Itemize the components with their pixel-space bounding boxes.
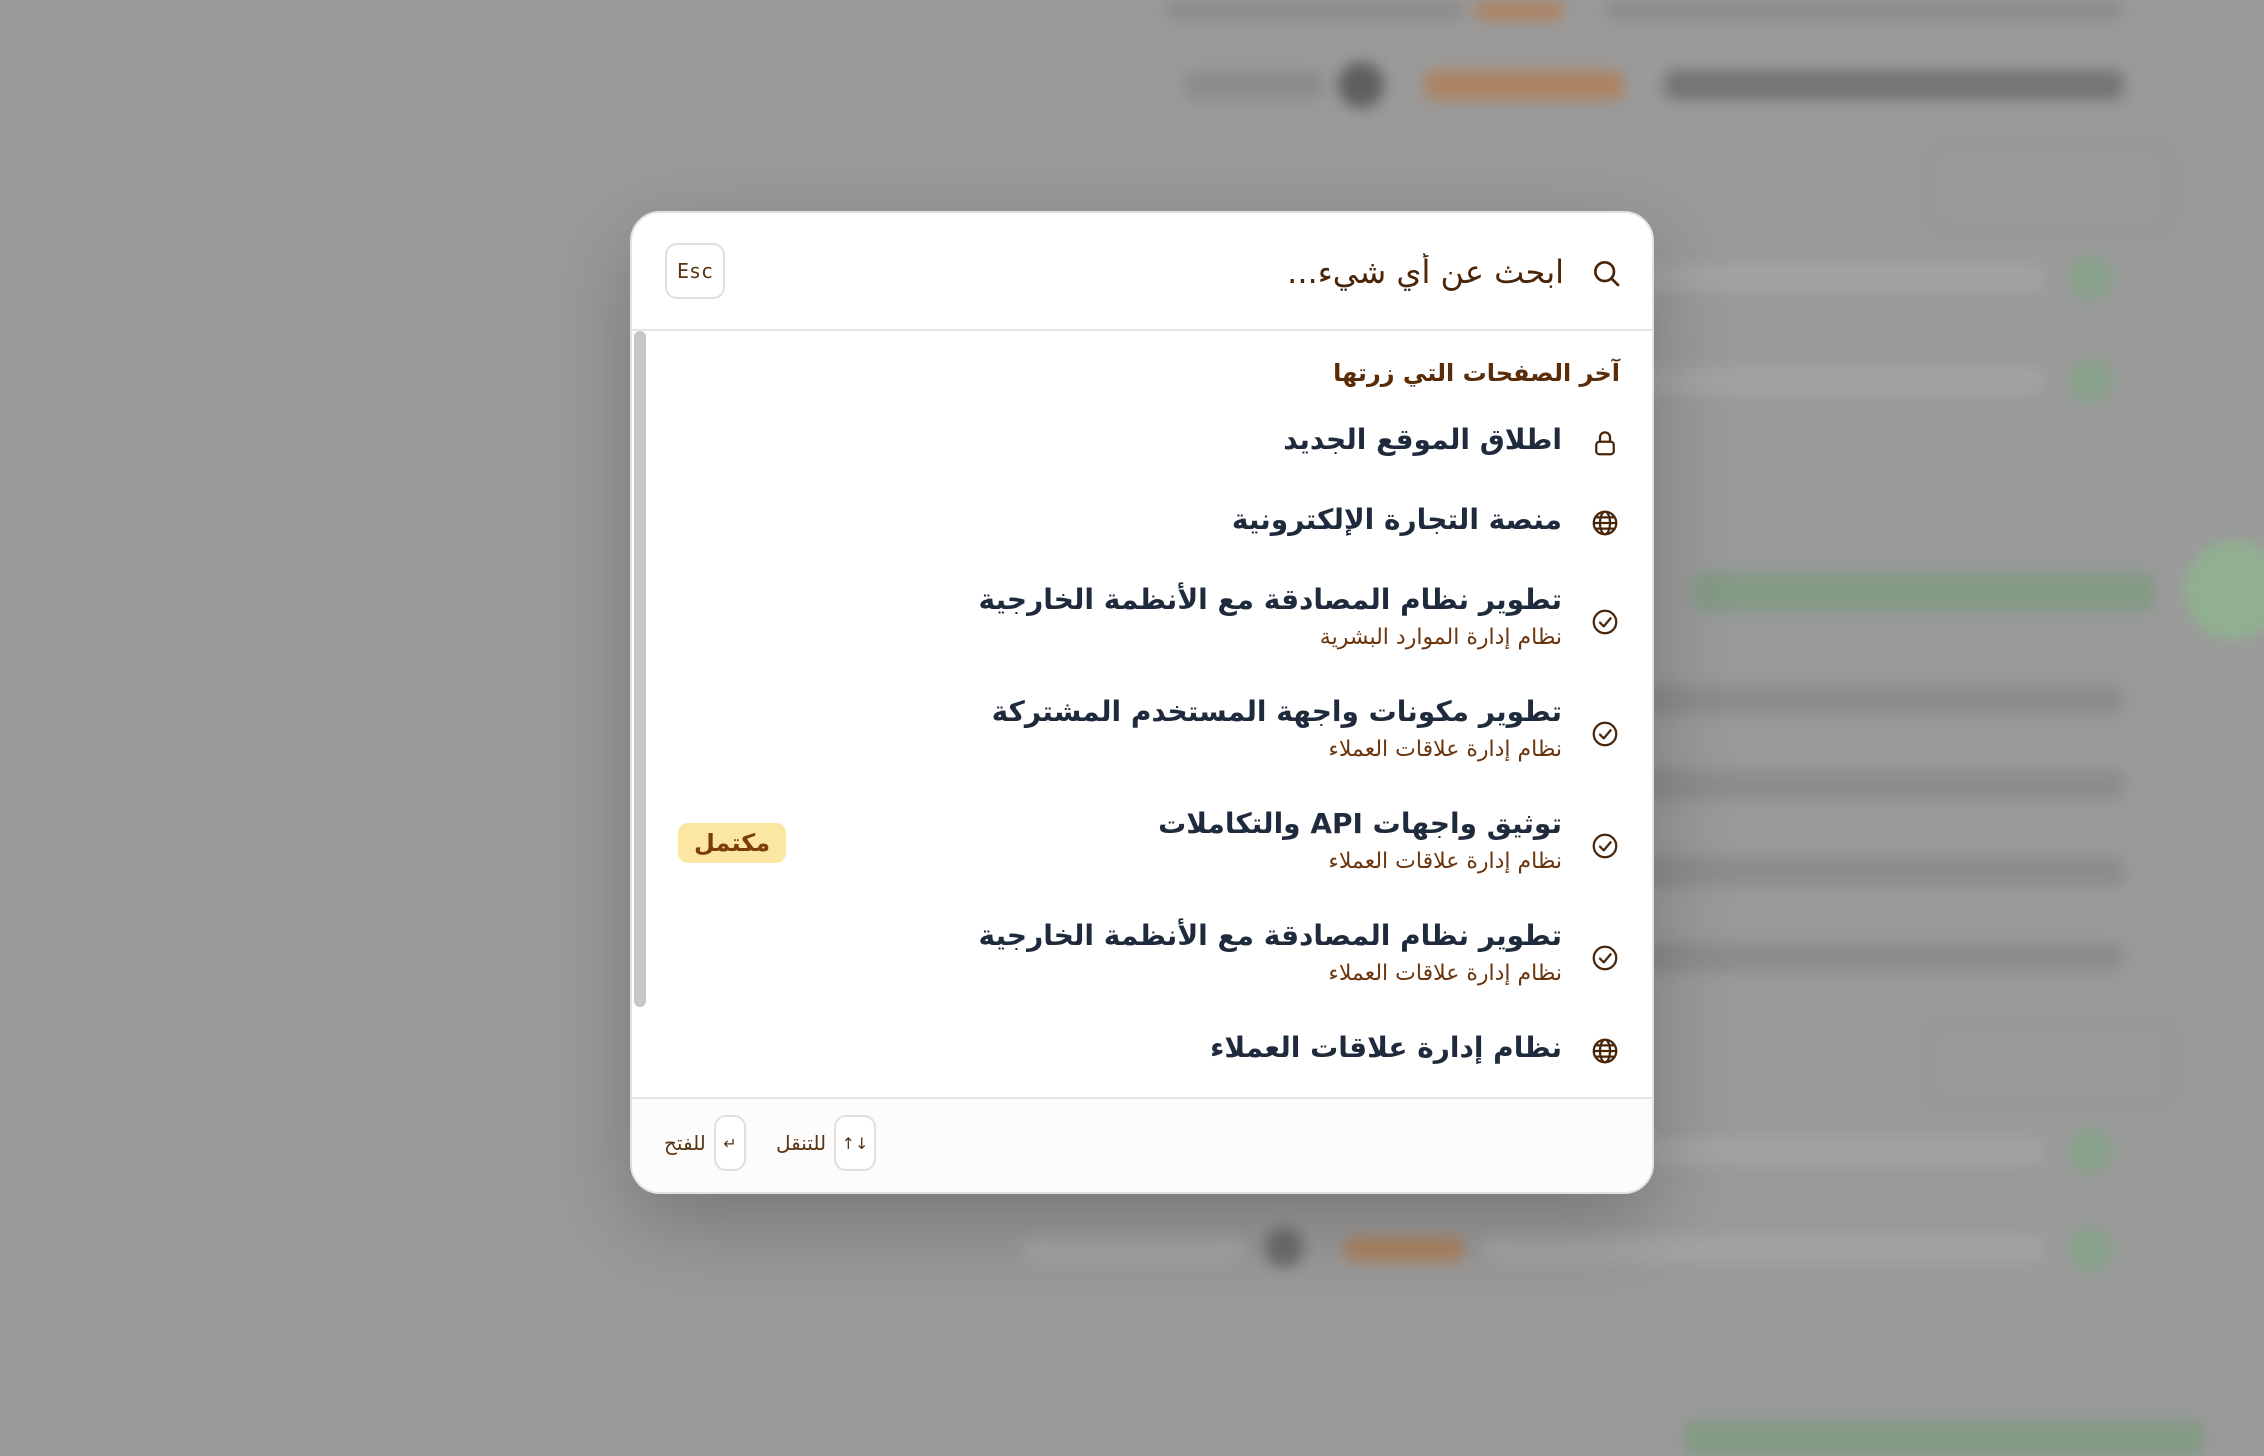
check-circle-icon — [1590, 943, 1620, 973]
status-badge: مكتمل — [678, 823, 787, 863]
result-title: تطوير مكونات واجهة المستخدم المشتركة — [991, 695, 1562, 728]
check-circle-icon — [1590, 831, 1620, 861]
result-item[interactable]: منصة التجارة الإلكترونية — [632, 487, 1652, 567]
result-item[interactable]: اطلاق الموقع الجديد — [632, 407, 1652, 487]
globe-icon — [1590, 508, 1620, 538]
search-input[interactable] — [862, 241, 1566, 303]
search-icon — [1590, 257, 1622, 289]
check-circle-icon — [1590, 719, 1620, 749]
result-title: اطلاق الموقع الجديد — [1283, 423, 1562, 456]
result-title: منصة التجارة الإلكترونية — [1231, 503, 1562, 536]
result-title: تطوير نظام المصادقة مع الأنظمة الخارجية — [978, 919, 1562, 952]
result-item[interactable]: تطوير نظام المصادقة مع الأنظمة الخارجية … — [632, 909, 1652, 1009]
globe-icon — [1590, 1036, 1620, 1066]
esc-close-button[interactable]: Esc — [665, 243, 725, 299]
keyboard-hints-footer: ↓↑ للتنقل ↵ للفتح — [632, 1097, 1652, 1192]
search-bar: Esc — [632, 213, 1652, 331]
check-circle-icon — [1590, 607, 1620, 637]
result-subtitle: نظام إدارة الموارد البشرية — [1319, 625, 1562, 650]
result-item[interactable]: تطوير مكونات واجهة المستخدم المشتركة نظا… — [632, 685, 1652, 785]
result-title: نظام إدارة علاقات العملاء — [1210, 1031, 1562, 1064]
open-hint: للفتح — [664, 1131, 706, 1155]
result-subtitle: نظام إدارة علاقات العملاء — [1328, 961, 1562, 986]
result-item[interactable]: نظام إدارة علاقات العملاء — [632, 1015, 1652, 1095]
navigate-keys: ↓↑ — [834, 1115, 876, 1171]
recent-pages-heading: آخر الصفحات التي زرتها — [1333, 359, 1620, 387]
enter-key: ↵ — [714, 1115, 746, 1171]
result-subtitle: نظام إدارة علاقات العملاء — [1328, 849, 1562, 874]
navigate-hint: للتنقل — [776, 1131, 827, 1155]
result-title: توثيق واجهات API والتكاملات — [1158, 807, 1562, 840]
lock-icon — [1590, 428, 1620, 458]
result-item[interactable]: توثيق واجهات API والتكاملات نظام إدارة ع… — [632, 797, 1652, 897]
result-title: تطوير نظام المصادقة مع الأنظمة الخارجية — [978, 583, 1562, 616]
result-item[interactable]: تطوير نظام المصادقة مع الأنظمة الخارجية … — [632, 573, 1652, 673]
result-subtitle: نظام إدارة علاقات العملاء — [1328, 737, 1562, 762]
command-palette-dialog: Esc آخر الصفحات التي زرتها اطلاق الموقع … — [630, 211, 1654, 1194]
results-list: آخر الصفحات التي زرتها اطلاق الموقع الجد… — [632, 331, 1652, 1101]
